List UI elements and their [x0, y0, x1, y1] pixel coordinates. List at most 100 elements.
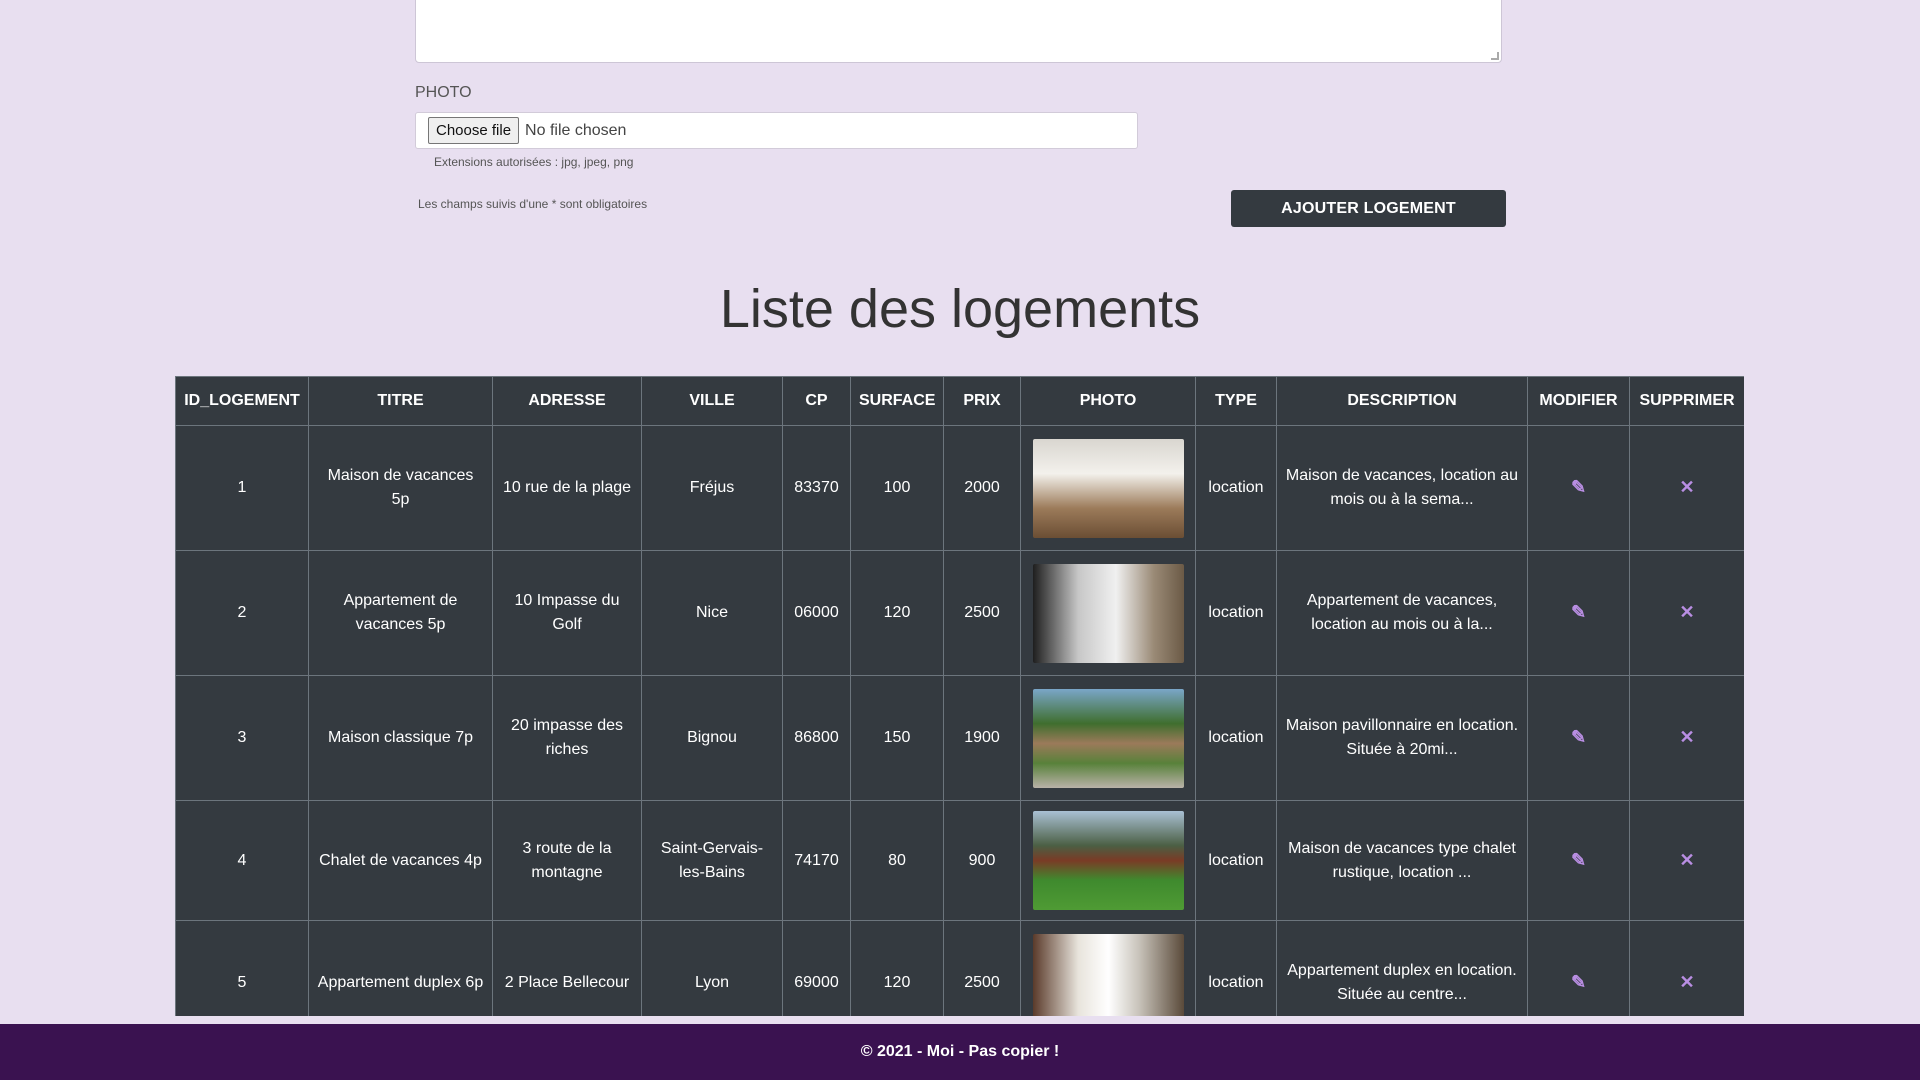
- cell-ville: Saint-Gervais-les-Bains: [641, 800, 783, 921]
- cell-description: Appartement duplex en location. Située a…: [1276, 920, 1528, 1016]
- header-prix: PRIX: [943, 376, 1021, 426]
- header-cp: CP: [782, 376, 851, 426]
- header-description: DESCRIPTION: [1276, 376, 1528, 426]
- table-row: 2 Appartement de vacances 5p 10 Impasse …: [175, 550, 1744, 676]
- cell-titre: Maison de vacances 5p: [308, 425, 493, 551]
- pencil-icon[interactable]: ✎: [1571, 970, 1586, 994]
- cell-supprimer: ✕: [1629, 425, 1744, 551]
- chalet-garden-photo: [1032, 811, 1184, 910]
- cell-titre: Chalet de vacances 4p: [308, 800, 493, 921]
- page-footer: © 2021 - Moi - Pas copier !: [0, 1024, 1920, 1080]
- cell-titre: Appartement duplex 6p: [308, 920, 493, 1016]
- pencil-icon[interactable]: ✎: [1571, 725, 1586, 749]
- cell-adresse: 2 Place Bellecour: [492, 920, 642, 1016]
- cell-prix: 1900: [943, 675, 1021, 801]
- header-surface: SURFACE: [850, 376, 944, 426]
- pencil-icon[interactable]: ✎: [1571, 848, 1586, 872]
- photo-file-input[interactable]: Choose file No file chosen: [415, 112, 1138, 149]
- cell-id: 5: [175, 920, 309, 1016]
- duplex-living-room-photo: [1032, 933, 1184, 1016]
- cell-cp: 83370: [782, 425, 851, 551]
- extensions-hint: Extensions autorisées : jpg, jpeg, png: [434, 155, 634, 169]
- cell-titre: Appartement de vacances 5p: [308, 550, 493, 676]
- required-fields-note: Les champs suivis d'une * sont obligatoi…: [418, 197, 648, 211]
- cell-adresse: 10 Impasse du Golf: [492, 550, 642, 676]
- choose-file-button[interactable]: Choose file: [428, 117, 520, 144]
- header-supprimer: SUPPRIMER: [1629, 376, 1744, 426]
- cell-adresse: 20 impasse des riches: [492, 675, 642, 801]
- cell-supprimer: ✕: [1629, 675, 1744, 801]
- close-icon[interactable]: ✕: [1679, 475, 1694, 499]
- cell-modifier: ✎: [1527, 425, 1630, 551]
- cell-surface: 120: [850, 550, 944, 676]
- cell-surface: 100: [850, 425, 944, 551]
- cell-adresse: 10 rue de la plage: [492, 425, 642, 551]
- cell-ville: Lyon: [641, 920, 783, 1016]
- cell-cp: 69000: [782, 920, 851, 1016]
- cell-surface: 150: [850, 675, 944, 801]
- cell-prix: 2500: [943, 550, 1021, 676]
- close-icon[interactable]: ✕: [1679, 725, 1694, 749]
- cell-modifier: ✎: [1527, 675, 1630, 801]
- cell-type: location: [1195, 800, 1277, 921]
- table-row: 3 Maison classique 7p 20 impasse des ric…: [175, 675, 1744, 801]
- cell-photo: [1020, 920, 1196, 1016]
- table-row: 4 Chalet de vacances 4p 3 route de la mo…: [175, 800, 1744, 921]
- cell-description: Maison de vacances, location au mois ou …: [1276, 425, 1528, 551]
- add-logement-button[interactable]: AJOUTER LOGEMENT: [1231, 190, 1506, 227]
- pencil-icon[interactable]: ✎: [1571, 475, 1586, 499]
- cell-photo: [1020, 675, 1196, 801]
- cell-id: 1: [175, 425, 309, 551]
- cell-type: location: [1195, 675, 1277, 801]
- cell-description: Maison de vacances type chalet rustique,…: [1276, 800, 1528, 921]
- table-header-row: ID_LOGEMENT TITRE ADRESSE VILLE CP SURFA…: [175, 376, 1744, 426]
- cell-adresse: 3 route de la montagne: [492, 800, 642, 921]
- pencil-icon[interactable]: ✎: [1571, 600, 1586, 624]
- cell-id: 2: [175, 550, 309, 676]
- header-id: ID_LOGEMENT: [175, 376, 309, 426]
- cell-description: Appartement de vacances, location au moi…: [1276, 550, 1528, 676]
- close-icon[interactable]: ✕: [1679, 970, 1694, 994]
- cell-titre: Maison classique 7p: [308, 675, 493, 801]
- cell-photo: [1020, 800, 1196, 921]
- close-icon[interactable]: ✕: [1679, 600, 1694, 624]
- table-row: 5 Appartement duplex 6p 2 Place Bellecou…: [175, 920, 1744, 1016]
- cell-id: 4: [175, 800, 309, 921]
- cell-prix: 900: [943, 800, 1021, 921]
- header-type: TYPE: [1195, 376, 1277, 426]
- header-ville: VILLE: [641, 376, 783, 426]
- header-titre: TITRE: [308, 376, 493, 426]
- cell-supprimer: ✕: [1629, 800, 1744, 921]
- cell-surface: 120: [850, 920, 944, 1016]
- description-textarea[interactable]: [415, 0, 1502, 63]
- file-status: No file chosen: [525, 121, 627, 139]
- cell-prix: 2000: [943, 425, 1021, 551]
- cell-description: Maison pavillonnaire en location. Située…: [1276, 675, 1528, 801]
- cell-type: location: [1195, 550, 1277, 676]
- cell-type: location: [1195, 425, 1277, 551]
- cell-ville: Nice: [641, 550, 783, 676]
- logements-table: ID_LOGEMENT TITRE ADRESSE VILLE CP SURFA…: [175, 376, 1744, 1016]
- cell-ville: Fréjus: [641, 425, 783, 551]
- resize-grip-icon[interactable]: [1491, 52, 1499, 60]
- footer-text: © 2021 - Moi - Pas copier !: [860, 1043, 1060, 1060]
- cell-prix: 2500: [943, 920, 1021, 1016]
- table-row: 1 Maison de vacances 5p 10 rue de la pla…: [175, 425, 1744, 551]
- open-living-room-photo: [1032, 563, 1184, 663]
- cell-cp: 86800: [782, 675, 851, 801]
- header-adresse: ADRESSE: [492, 376, 642, 426]
- kitchen-interior-photo: [1032, 438, 1184, 538]
- cell-ville: Bignou: [641, 675, 783, 801]
- header-photo: PHOTO: [1020, 376, 1196, 426]
- house-exterior-photo: [1032, 688, 1184, 788]
- page-title: Liste des logements: [719, 279, 1201, 339]
- cell-supprimer: ✕: [1629, 920, 1744, 1016]
- cell-cp: 06000: [782, 550, 851, 676]
- cell-id: 3: [175, 675, 309, 801]
- cell-photo: [1020, 550, 1196, 676]
- header-modifier: MODIFIER: [1527, 376, 1630, 426]
- close-icon[interactable]: ✕: [1679, 848, 1694, 872]
- cell-modifier: ✎: [1527, 920, 1630, 1016]
- photo-label: PHOTO: [415, 84, 472, 101]
- cell-cp: 74170: [782, 800, 851, 921]
